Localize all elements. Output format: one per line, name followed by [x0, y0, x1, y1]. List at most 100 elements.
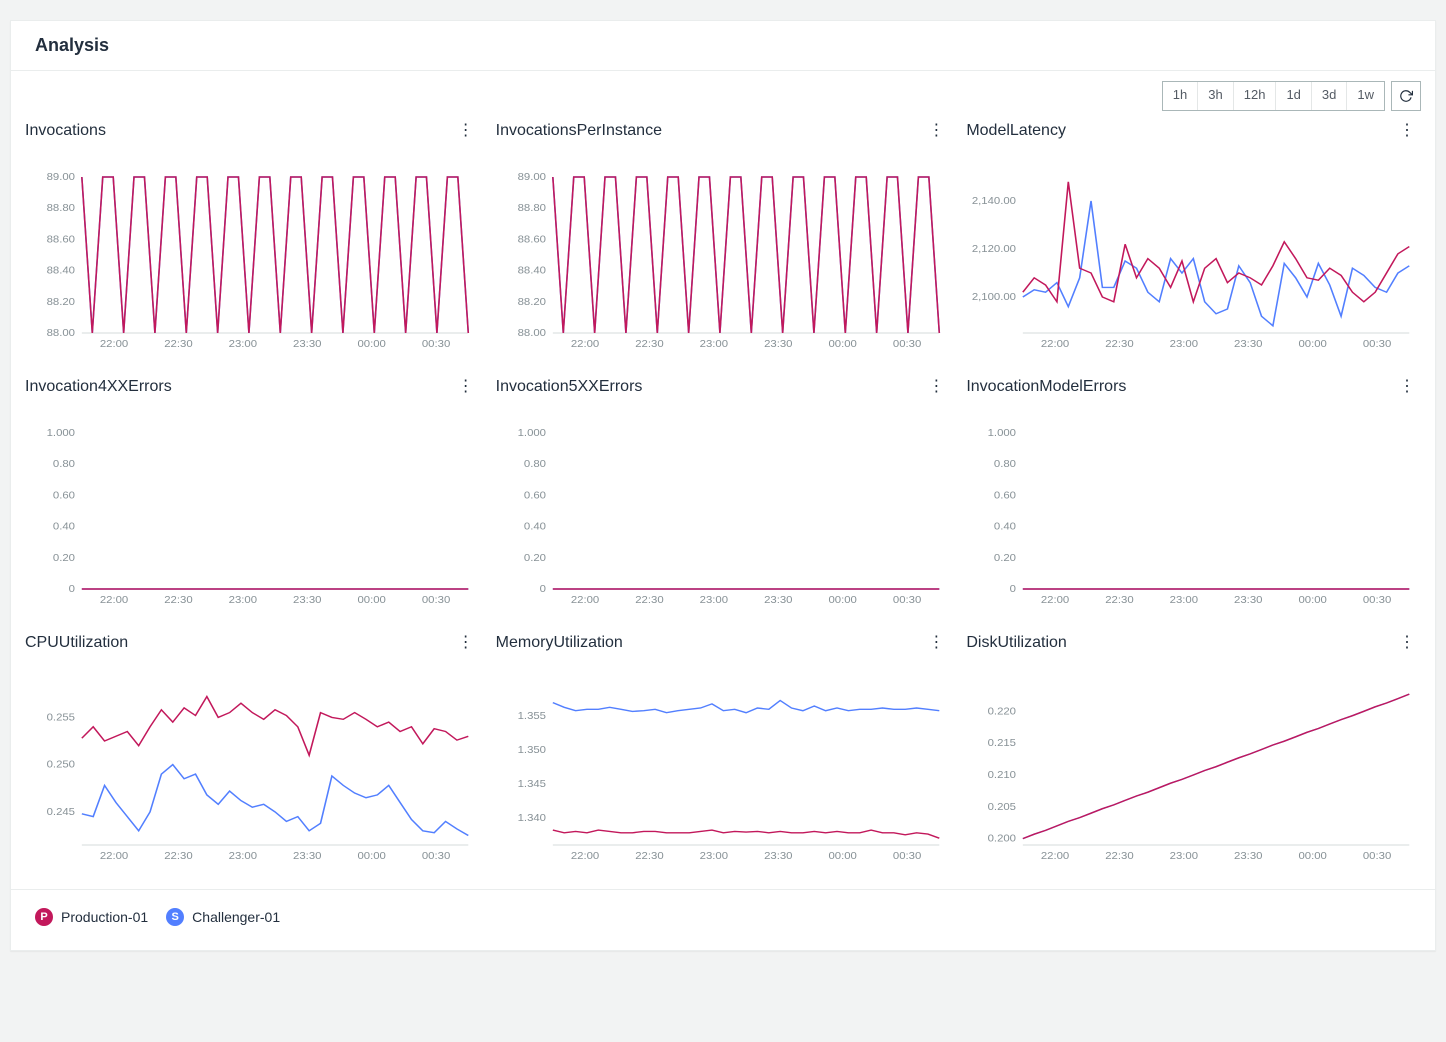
- svg-text:22:00: 22:00: [1041, 339, 1069, 350]
- svg-text:22:30: 22:30: [1106, 339, 1134, 350]
- svg-text:00:30: 00:30: [1363, 851, 1391, 862]
- legend-bar: PProduction-01 SChallenger-01: [11, 889, 1435, 950]
- chart-menu-button[interactable]: ⋮: [452, 121, 480, 141]
- svg-text:0.60: 0.60: [53, 490, 75, 501]
- chart-menu-button[interactable]: ⋮: [452, 377, 480, 397]
- svg-text:00:30: 00:30: [1363, 595, 1391, 606]
- svg-text:00:30: 00:30: [422, 851, 450, 862]
- svg-text:22:30: 22:30: [164, 595, 192, 606]
- svg-text:23:30: 23:30: [293, 851, 321, 862]
- svg-text:0.60: 0.60: [524, 490, 546, 501]
- svg-text:00:30: 00:30: [893, 339, 921, 350]
- time-range-option[interactable]: 1w: [1347, 82, 1384, 110]
- chart-title: InvocationModelErrors: [966, 378, 1126, 396]
- svg-text:0.20: 0.20: [53, 552, 75, 563]
- chart-menu-button[interactable]: ⋮: [922, 633, 950, 653]
- chart-svg: 88.0088.2088.4088.6088.8089.0022:0022:30…: [25, 147, 480, 357]
- svg-text:23:00: 23:00: [1170, 339, 1198, 350]
- time-range-option[interactable]: 3d: [1312, 82, 1347, 110]
- chart-grid: Invocations⋮88.0088.2088.4088.6088.8089.…: [11, 111, 1435, 889]
- chart-menu-button[interactable]: ⋮: [1393, 633, 1421, 653]
- svg-text:88.60: 88.60: [47, 234, 75, 245]
- svg-text:23:30: 23:30: [1234, 595, 1262, 606]
- legend-badge: P: [35, 908, 53, 926]
- chart-menu-button[interactable]: ⋮: [922, 121, 950, 141]
- svg-text:00:00: 00:00: [1299, 339, 1327, 350]
- svg-text:00:00: 00:00: [357, 595, 385, 606]
- time-range-option[interactable]: 12h: [1234, 82, 1277, 110]
- chart-menu-button[interactable]: ⋮: [452, 633, 480, 653]
- svg-text:00:00: 00:00: [828, 851, 856, 862]
- svg-text:0: 0: [539, 584, 545, 595]
- svg-text:00:00: 00:00: [1299, 851, 1327, 862]
- svg-text:1.350: 1.350: [517, 745, 545, 756]
- svg-text:23:30: 23:30: [293, 339, 321, 350]
- legend-item: SChallenger-01: [166, 908, 280, 926]
- svg-text:22:00: 22:00: [570, 851, 598, 862]
- chart-header: InvocationModelErrors ⋮: [966, 377, 1421, 397]
- time-range-option[interactable]: 3h: [1198, 82, 1233, 110]
- series-line: [552, 701, 938, 713]
- legend-badge: S: [166, 908, 184, 926]
- svg-text:22:30: 22:30: [164, 339, 192, 350]
- svg-text:23:00: 23:00: [1170, 595, 1198, 606]
- svg-text:0.80: 0.80: [994, 459, 1016, 470]
- svg-text:23:30: 23:30: [764, 851, 792, 862]
- svg-text:22:00: 22:00: [100, 339, 128, 350]
- svg-text:0.20: 0.20: [524, 552, 546, 563]
- chart-header: Invocations ⋮: [25, 121, 480, 141]
- chart-title: Invocations: [25, 122, 106, 140]
- svg-text:22:30: 22:30: [164, 851, 192, 862]
- time-range-option[interactable]: 1h: [1163, 82, 1198, 110]
- svg-text:22:00: 22:00: [1041, 595, 1069, 606]
- refresh-button[interactable]: [1391, 81, 1421, 111]
- svg-text:22:00: 22:00: [570, 339, 598, 350]
- chart-cell: MemoryUtilization⋮1.3401.3451.3501.35522…: [496, 633, 951, 869]
- chart-title: Invocation4XXErrors: [25, 378, 172, 396]
- chart-svg: 0.2000.2050.2100.2150.22022:0022:3023:00…: [966, 659, 1421, 869]
- chart-menu-button[interactable]: ⋮: [1393, 377, 1421, 397]
- svg-text:00:30: 00:30: [893, 595, 921, 606]
- refresh-icon: [1399, 89, 1413, 103]
- svg-text:23:00: 23:00: [229, 851, 257, 862]
- chart-cell: InvocationModelErrors⋮00.200.400.600.801…: [966, 377, 1421, 613]
- svg-text:22:30: 22:30: [1106, 851, 1134, 862]
- svg-text:23:00: 23:00: [699, 339, 727, 350]
- svg-text:23:00: 23:00: [699, 851, 727, 862]
- time-range-option[interactable]: 1d: [1276, 82, 1311, 110]
- svg-text:88.20: 88.20: [47, 296, 75, 307]
- series-line: [1023, 182, 1409, 302]
- chart-menu-button[interactable]: ⋮: [1393, 121, 1421, 141]
- svg-text:22:30: 22:30: [635, 595, 663, 606]
- svg-text:89.00: 89.00: [517, 172, 545, 183]
- svg-text:00:30: 00:30: [422, 595, 450, 606]
- svg-text:22:30: 22:30: [635, 339, 663, 350]
- svg-text:00:00: 00:00: [1299, 595, 1327, 606]
- series-line: [1023, 201, 1409, 326]
- svg-text:00:30: 00:30: [893, 851, 921, 862]
- chart-svg: 1.3401.3451.3501.35522:0022:3023:0023:30…: [496, 659, 951, 869]
- svg-text:88.00: 88.00: [47, 328, 75, 339]
- svg-text:0.250: 0.250: [47, 759, 75, 770]
- chart-svg: 00.200.400.600.801.00022:0022:3023:0023:…: [496, 403, 951, 613]
- series-line: [552, 177, 938, 333]
- chart-title: ModelLatency: [966, 122, 1066, 140]
- svg-text:00:30: 00:30: [422, 339, 450, 350]
- svg-text:0: 0: [1010, 584, 1016, 595]
- series-line: [82, 177, 468, 333]
- svg-text:0.60: 0.60: [994, 490, 1016, 501]
- svg-text:0.40: 0.40: [53, 521, 75, 532]
- legend-item: PProduction-01: [35, 908, 148, 926]
- series-line: [1023, 694, 1409, 839]
- chart-header: DiskUtilization⋮: [966, 633, 1421, 653]
- series-line: [82, 765, 468, 836]
- chart-menu-button[interactable]: ⋮: [922, 377, 950, 397]
- svg-text:1.000: 1.000: [517, 428, 545, 439]
- svg-text:23:30: 23:30: [293, 595, 321, 606]
- analysis-panel: Analysis 1h3h12h1d3d1w Invocations⋮88.00…: [10, 20, 1436, 951]
- chart-svg: 00.200.400.600.801.00022:0022:3023:0023:…: [25, 403, 480, 613]
- svg-text:2,100.00: 2,100.00: [972, 292, 1016, 303]
- time-range-selector: 1h3h12h1d3d1w: [1162, 81, 1385, 111]
- chart-header: Invocation4XXErrors ⋮: [25, 377, 480, 397]
- chart-title: Invocation5XXErrors: [496, 378, 643, 396]
